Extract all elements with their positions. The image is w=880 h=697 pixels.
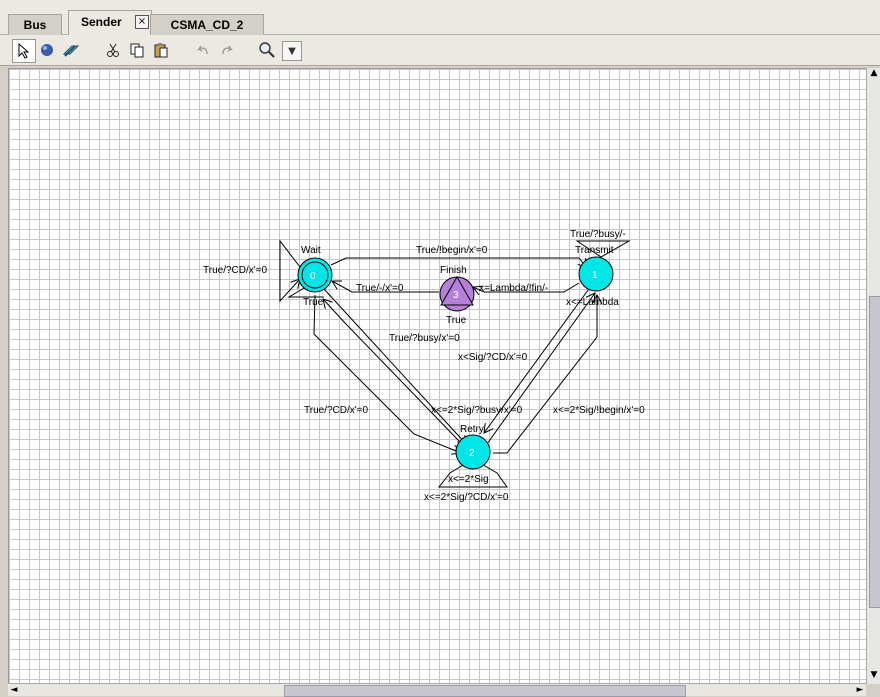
location-finish-id: 3 bbox=[453, 290, 459, 301]
editor-toolbar: ▼ bbox=[0, 35, 880, 66]
location-wait-invariant: True bbox=[303, 297, 324, 308]
location-finish-name: Finish bbox=[440, 265, 467, 276]
cut-button[interactable] bbox=[102, 39, 124, 61]
edge-retry-to-wait[interactable] bbox=[323, 299, 460, 442]
location-transmit[interactable]: 1 bbox=[578, 256, 614, 292]
location-transmit-invariant: x<=Lambda bbox=[566, 297, 619, 308]
automaton-canvas[interactable]: 0 1 2 3 Wait Transmit Retry Finish True bbox=[8, 68, 877, 684]
chevron-down-icon: ▼ bbox=[288, 45, 296, 57]
edge-retry-to-transmit[interactable] bbox=[486, 293, 595, 445]
redo-icon bbox=[222, 45, 234, 55]
location-retry[interactable]: 2 bbox=[455, 434, 491, 470]
edge-label-retry-self: x<=2*Sig/?CD/x'=0 bbox=[424, 492, 509, 503]
paste-button[interactable] bbox=[150, 39, 172, 61]
edge-label-transmit-to-finish: x=Lambda/!fin/- bbox=[479, 283, 548, 294]
copy-icon bbox=[130, 43, 144, 58]
pointer-tool-button[interactable] bbox=[12, 39, 36, 63]
paste-icon bbox=[154, 43, 168, 58]
location-tool-button[interactable] bbox=[36, 39, 58, 61]
close-tab-icon[interactable]: × bbox=[135, 15, 149, 29]
edge-retry-to-transmit-outer[interactable] bbox=[493, 295, 597, 454]
vertical-scrollbar[interactable]: ▲ ▼ bbox=[866, 68, 880, 684]
location-retry-id: 2 bbox=[469, 448, 475, 459]
zoom-dropdown-button[interactable]: ▼ bbox=[282, 41, 302, 61]
location-icon bbox=[41, 44, 53, 56]
scroll-down-icon[interactable]: ▼ bbox=[869, 670, 879, 682]
copy-button[interactable] bbox=[126, 39, 148, 61]
vertical-scroll-thumb[interactable] bbox=[869, 296, 880, 608]
edge-label-retry-to-transmit: x<=2*Sig/!begin/x'=0 bbox=[553, 405, 645, 416]
scroll-up-icon[interactable]: ▲ bbox=[869, 68, 879, 80]
location-finish-invariant: True bbox=[446, 315, 467, 326]
location-wait-name: Wait bbox=[301, 245, 321, 256]
location-wait-id: 0 bbox=[310, 271, 316, 282]
tab-sender-label: Sender bbox=[81, 15, 122, 29]
edge-label-retry-to-wait-busy: x<=2*Sig/?busy/x'=0 bbox=[431, 405, 523, 416]
edge-tool-button[interactable] bbox=[60, 39, 82, 61]
zoom-button[interactable] bbox=[256, 39, 278, 61]
location-transmit-id: 1 bbox=[592, 270, 598, 281]
edge-label-wait-to-retry-cd: True/?CD/x'=0 bbox=[304, 405, 369, 416]
undo-button[interactable] bbox=[192, 39, 214, 61]
location-retry-name: Retry bbox=[460, 424, 484, 435]
horizontal-scrollbar[interactable]: ◄ ► bbox=[8, 683, 866, 697]
redo-button[interactable] bbox=[216, 39, 238, 61]
pointer-icon bbox=[18, 43, 30, 59]
location-transmit-name: Transmit bbox=[575, 245, 614, 256]
location-retry-invariant: x<=2*Sig bbox=[448, 474, 489, 485]
edge-label-wait-to-transmit: True/!begin/x'=0 bbox=[416, 245, 488, 256]
edge-label-transmit-to-retry-cd: x<Sig/?CD/x'=0 bbox=[458, 352, 528, 363]
edge-label-wait-self: True/?CD/x'=0 bbox=[203, 265, 268, 276]
tab-csma-label: CSMA_CD_2 bbox=[170, 18, 244, 32]
tab-bus[interactable]: Bus bbox=[8, 14, 62, 35]
scroll-right-icon[interactable]: ► bbox=[854, 684, 866, 696]
edge-label-finish-to-wait: True/-/x'=0 bbox=[356, 283, 404, 294]
edge-label-transmit-self: True/?busy/- bbox=[570, 229, 626, 240]
automaton-drawing: 0 1 2 3 Wait Transmit Retry Finish True bbox=[203, 229, 645, 503]
edge-wait-to-retry-busy[interactable] bbox=[323, 288, 467, 445]
tab-csma-cd-2[interactable]: CSMA_CD_2 bbox=[150, 14, 264, 35]
edge-wait-to-retry-cd[interactable] bbox=[313, 294, 461, 453]
undo-icon bbox=[196, 45, 208, 55]
edge-icon bbox=[62, 45, 80, 57]
tab-sender[interactable]: Sender × bbox=[68, 10, 152, 35]
tab-bus-label: Bus bbox=[23, 18, 47, 32]
cut-icon bbox=[107, 43, 119, 57]
edge-label-wait-to-retry-busy: True/?busy/x'=0 bbox=[389, 333, 460, 344]
scroll-left-icon[interactable]: ◄ bbox=[8, 684, 20, 696]
horizontal-scroll-thumb[interactable] bbox=[284, 685, 686, 697]
zoom-icon bbox=[259, 42, 275, 58]
location-wait[interactable]: 0 bbox=[297, 257, 333, 293]
uppaal-editor-window: Bus Sender × CSMA_CD_2 ▼ 0 1 2 3 Wait Tr… bbox=[0, 0, 880, 697]
template-tab-bar: Bus Sender × CSMA_CD_2 bbox=[0, 0, 880, 35]
location-finish[interactable]: 3 bbox=[439, 275, 475, 312]
